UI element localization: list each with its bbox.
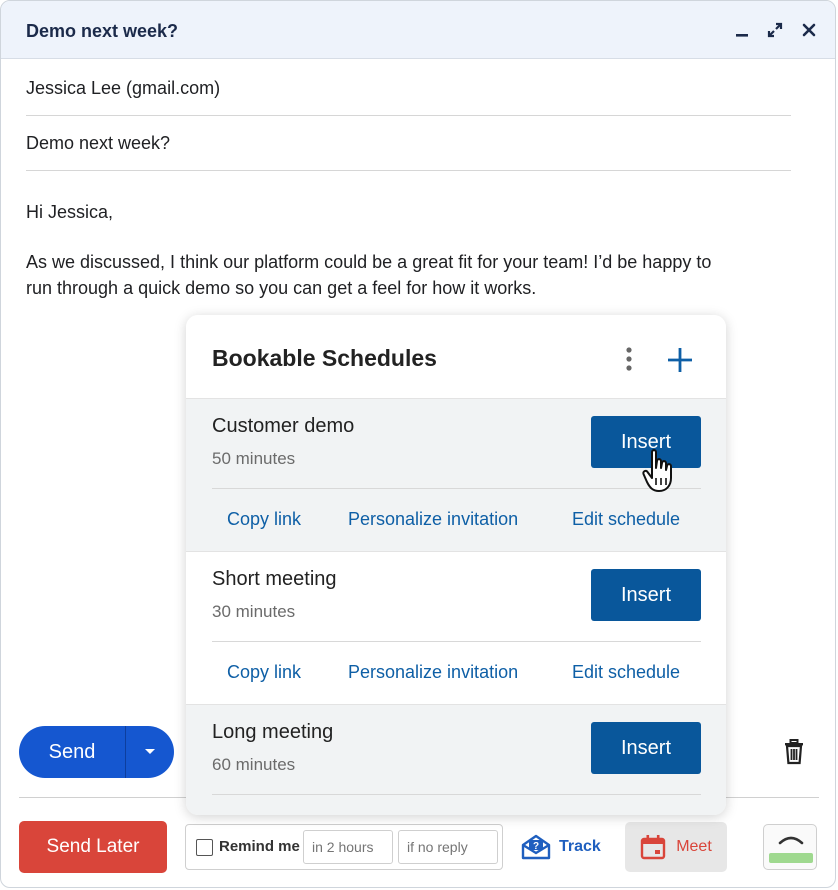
remind-me-checkbox[interactable] <box>196 839 213 856</box>
bookable-schedules-panel: Bookable Schedules Customer demo 50 minu… <box>186 315 726 815</box>
copy-link[interactable]: Copy link <box>227 509 301 530</box>
schedule-name: Customer demo <box>212 415 355 437</box>
bookable-schedules-header: Bookable Schedules <box>186 315 726 398</box>
personalize-invitation-link[interactable]: Personalize invitation <box>348 662 518 683</box>
schedule-name: Short meeting <box>212 568 337 590</box>
minimize-icon[interactable] <box>731 19 753 41</box>
kebab-menu-icon[interactable] <box>622 345 636 375</box>
plus-icon[interactable] <box>666 345 694 375</box>
calendar-icon <box>641 835 666 860</box>
envelope-question-icon: ? <box>521 834 551 860</box>
trash-icon[interactable] <box>783 739 805 765</box>
send-options-button[interactable] <box>126 726 174 778</box>
schedule-item: Long meeting 60 minutes Insert <box>186 704 726 815</box>
send-later-button[interactable]: Send Later <box>19 821 167 873</box>
bookable-schedules-title: Bookable Schedules <box>212 345 437 371</box>
edit-schedule-link[interactable]: Edit schedule <box>572 662 680 683</box>
compose-title: Demo next week? <box>26 21 179 41</box>
personalize-invitation-link[interactable]: Personalize invitation <box>348 509 518 530</box>
schedule-duration: 50 minutes <box>212 449 296 468</box>
expand-icon[interactable] <box>764 19 786 41</box>
insert-button[interactable]: Insert <box>591 722 701 774</box>
schedule-separator <box>212 794 701 795</box>
signature-icon <box>769 836 813 863</box>
remind-me-box: Remind me <box>185 824 503 870</box>
insert-button[interactable]: Insert <box>591 569 701 621</box>
schedule-duration: 60 minutes <box>212 755 296 774</box>
send-button-group: Send <box>19 726 174 778</box>
schedule-duration: 30 minutes <box>212 602 296 621</box>
copy-link[interactable]: Copy link <box>227 662 301 683</box>
schedule-name: Long meeting <box>212 721 334 743</box>
hand-pointer-icon <box>642 448 678 494</box>
remind-condition-input[interactable] <box>398 830 498 864</box>
compose-titlebar: Demo next week? <box>1 1 835 59</box>
body-paragraph-line-2[interactable]: run through a quick demo so you can get … <box>26 275 786 301</box>
body-greeting[interactable]: Hi Jessica, <box>26 199 786 225</box>
svg-text:?: ? <box>533 841 539 852</box>
body-paragraph-line-1[interactable]: As we discussed, I think our platform co… <box>26 249 786 275</box>
track-button[interactable]: ? Track <box>521 831 601 863</box>
send-button[interactable]: Send <box>19 726 125 778</box>
remind-me-label: Remind me <box>219 838 300 855</box>
meet-label: Meet <box>676 838 712 855</box>
remind-time-input[interactable] <box>303 830 393 864</box>
subject-field[interactable]: Demo next week? <box>26 116 791 171</box>
to-field[interactable]: Jessica Lee (gmail.com) <box>26 61 791 116</box>
close-icon[interactable] <box>798 19 820 41</box>
track-label: Track <box>559 838 601 855</box>
schedule-links: Copy link Personalize invitation Edit sc… <box>186 642 726 704</box>
edit-schedule-link[interactable]: Edit schedule <box>572 509 680 530</box>
meet-button[interactable]: Meet <box>625 822 727 872</box>
chevron-down-icon <box>145 749 155 754</box>
signature-widget-button[interactable] <box>763 824 817 870</box>
schedule-item: Short meeting 30 minutes Insert Copy lin… <box>186 551 726 704</box>
schedule-links: Copy link Personalize invitation Edit sc… <box>186 489 726 551</box>
